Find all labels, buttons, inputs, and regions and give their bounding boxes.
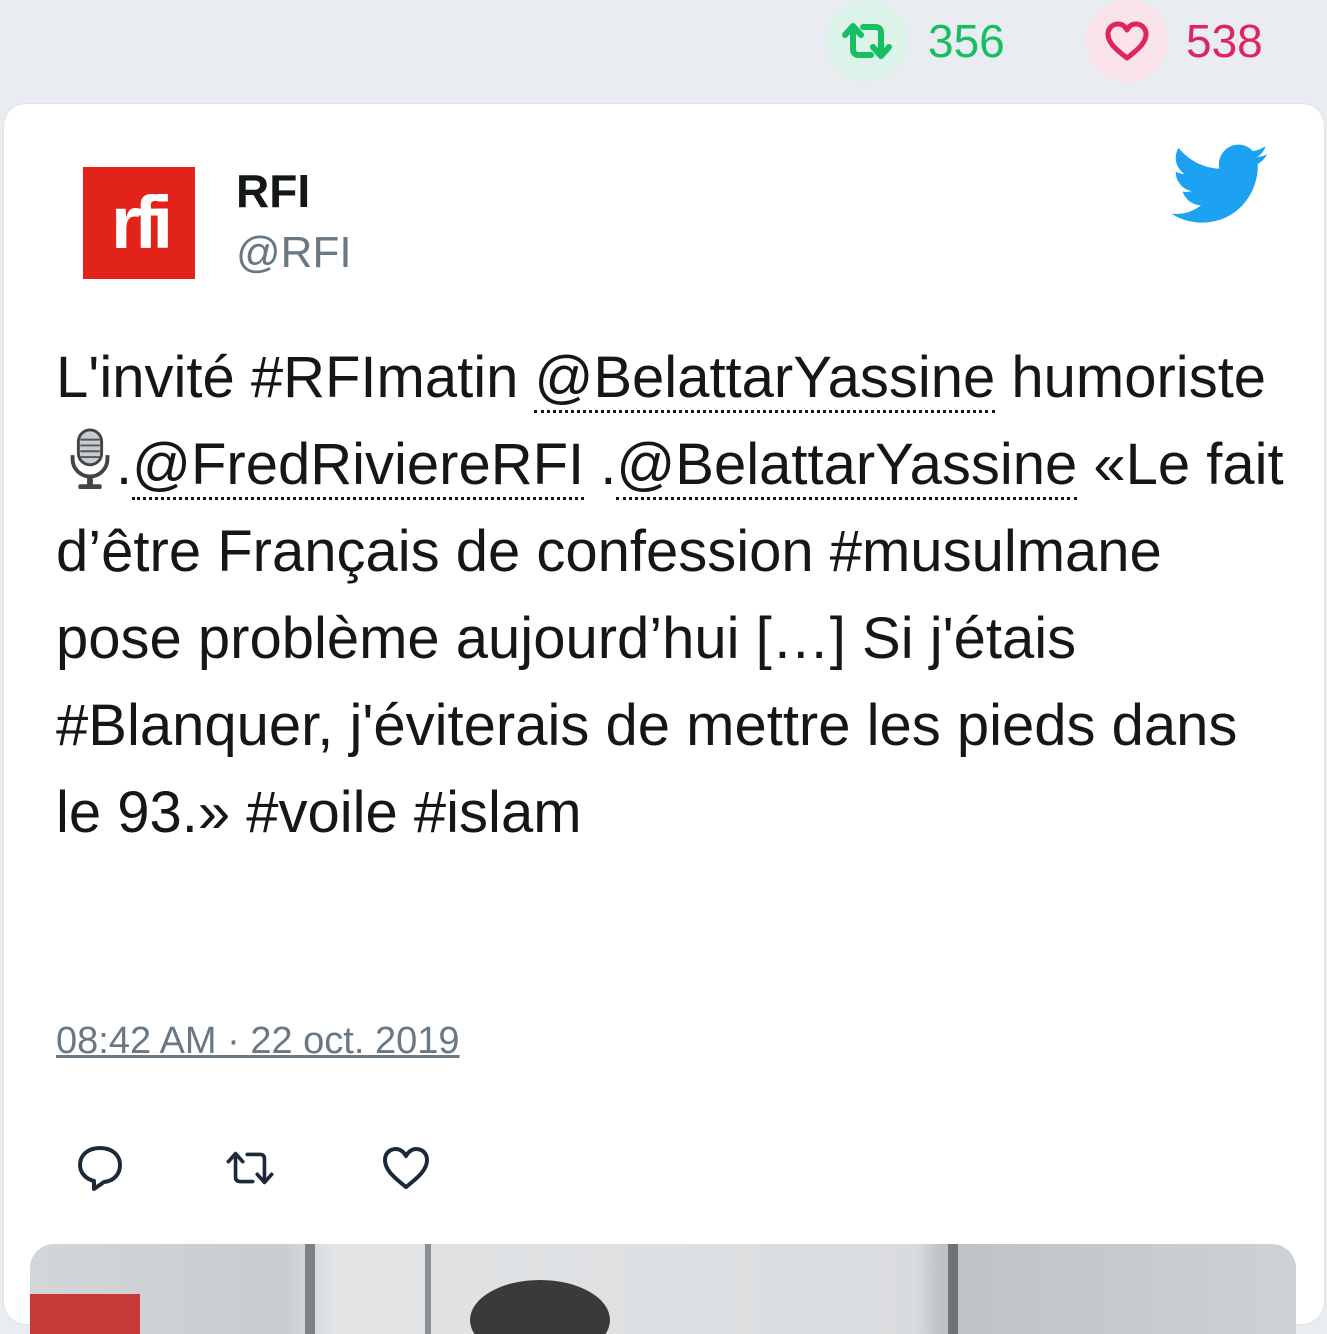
mention-link[interactable]: @BelattarYassine (616, 432, 1078, 500)
like-action-icon[interactable] (378, 1140, 434, 1196)
author-name[interactable]: RFI (236, 164, 310, 218)
rfi-logo: rfi (83, 167, 195, 279)
avatar[interactable]: rfi (76, 160, 202, 286)
heart-icon[interactable] (1086, 0, 1168, 82)
like-count: 538 (1186, 15, 1263, 67)
top-stats-bar: 356 538 (0, 0, 1327, 90)
tweet-text-part: . (116, 432, 133, 497)
media-detail (948, 1244, 958, 1334)
retweet-count: 356 (928, 15, 1005, 67)
tweet-text-part: L'invité #RFImatin (56, 345, 535, 410)
tweet-timestamp[interactable]: 08:42 AM · 22 oct. 2019 (56, 1020, 460, 1063)
media-detail (30, 1294, 140, 1334)
retweet-action-icon[interactable] (222, 1140, 278, 1196)
retweet-stat[interactable]: 356 (826, 0, 1005, 82)
twitter-bird-icon[interactable] (1172, 144, 1270, 226)
reply-icon[interactable] (72, 1140, 128, 1196)
retweet-icon[interactable] (826, 0, 908, 82)
author-handle[interactable]: @RFI (236, 228, 352, 278)
tweet-text-part: humoriste (995, 345, 1267, 410)
microphone-icon (70, 428, 110, 490)
mention-link[interactable]: @BelattarYassine (534, 345, 996, 413)
tweet-card[interactable]: rfi RFI @RFI L'invité #RFImatin @Belatta… (4, 104, 1324, 1334)
mention-link[interactable]: @FredRiviereRFI (132, 432, 585, 500)
tweet-text-part: . (584, 432, 617, 497)
tweet-media-image[interactable] (30, 1244, 1296, 1334)
media-detail (305, 1244, 315, 1334)
tweet-text: L'invité #RFImatin @BelattarYassine humo… (56, 334, 1286, 856)
like-stat[interactable]: 538 (1086, 0, 1263, 82)
media-detail (470, 1280, 610, 1334)
media-detail (425, 1244, 431, 1334)
